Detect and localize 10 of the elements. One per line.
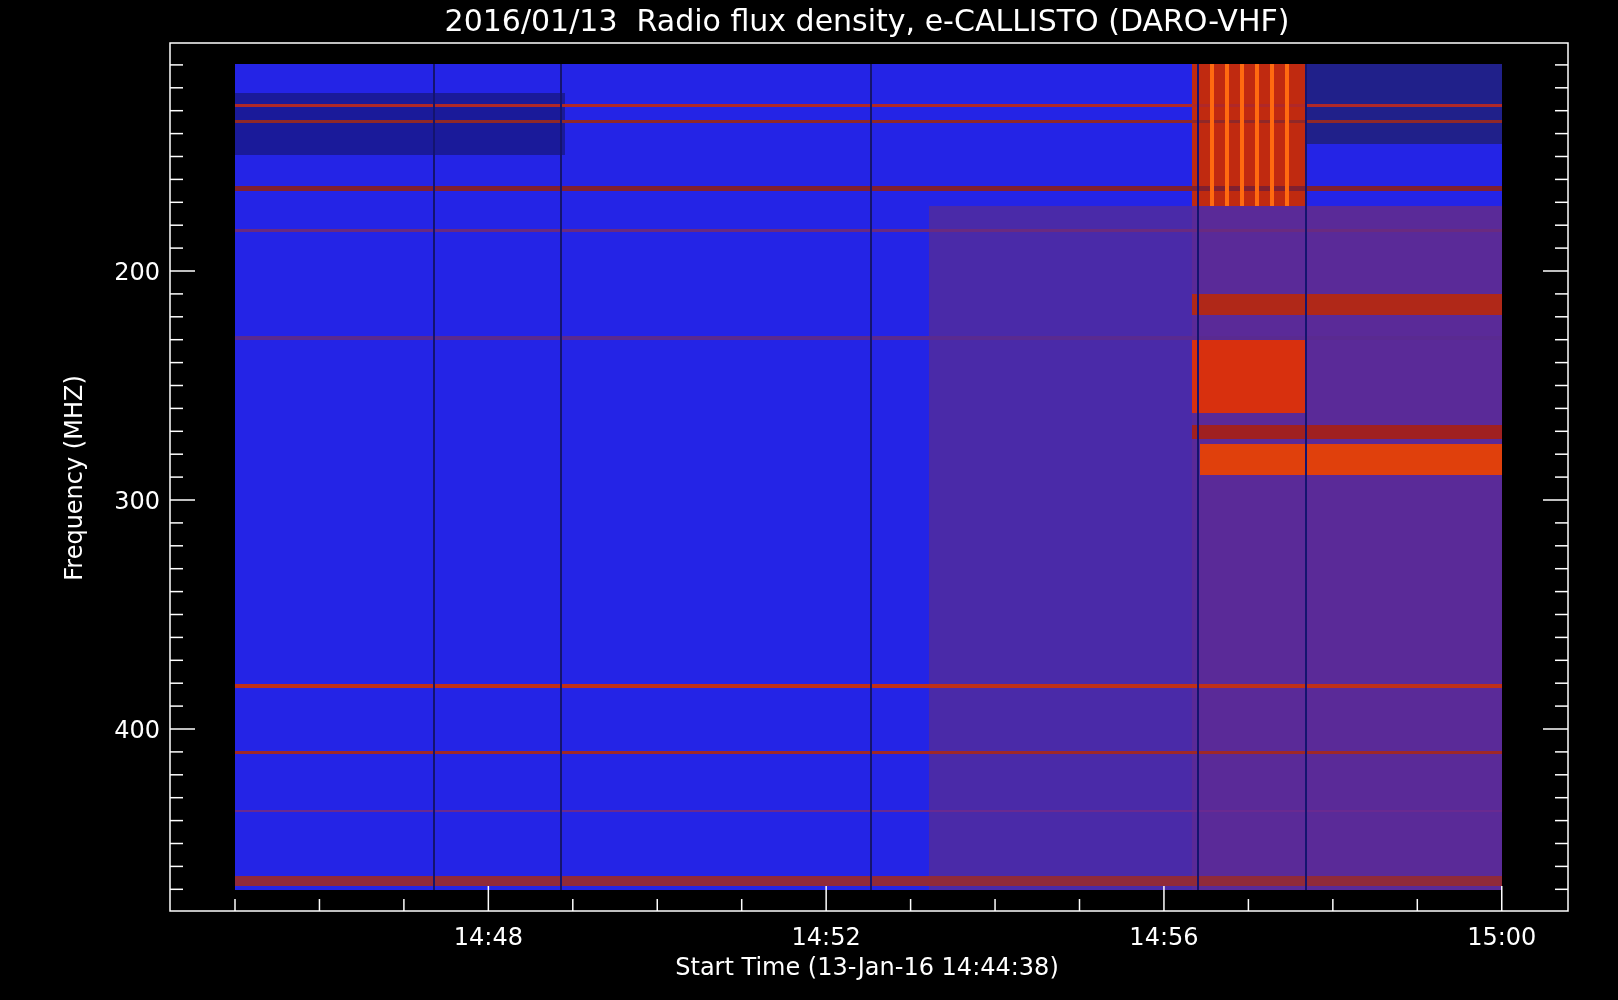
x-axis-label: Start Time (13-Jan-16 14:44:38)	[675, 953, 1059, 981]
x-tick-label: 14:56	[1129, 923, 1199, 951]
y-tick-label: 300	[114, 487, 160, 515]
x-tick-label: 14:48	[453, 923, 523, 951]
y-tick-label: 400	[114, 716, 160, 744]
x-tick-label: 15:00	[1467, 923, 1537, 951]
y-tick-label: 200	[114, 258, 160, 286]
y-axis-label: Frequency (MHZ)	[60, 375, 88, 581]
x-tick-label: 14:52	[791, 923, 861, 951]
chart-title: 2016/01/13 Radio flux density, e-CALLISTO (DARO-VHF)	[444, 3, 1290, 38]
